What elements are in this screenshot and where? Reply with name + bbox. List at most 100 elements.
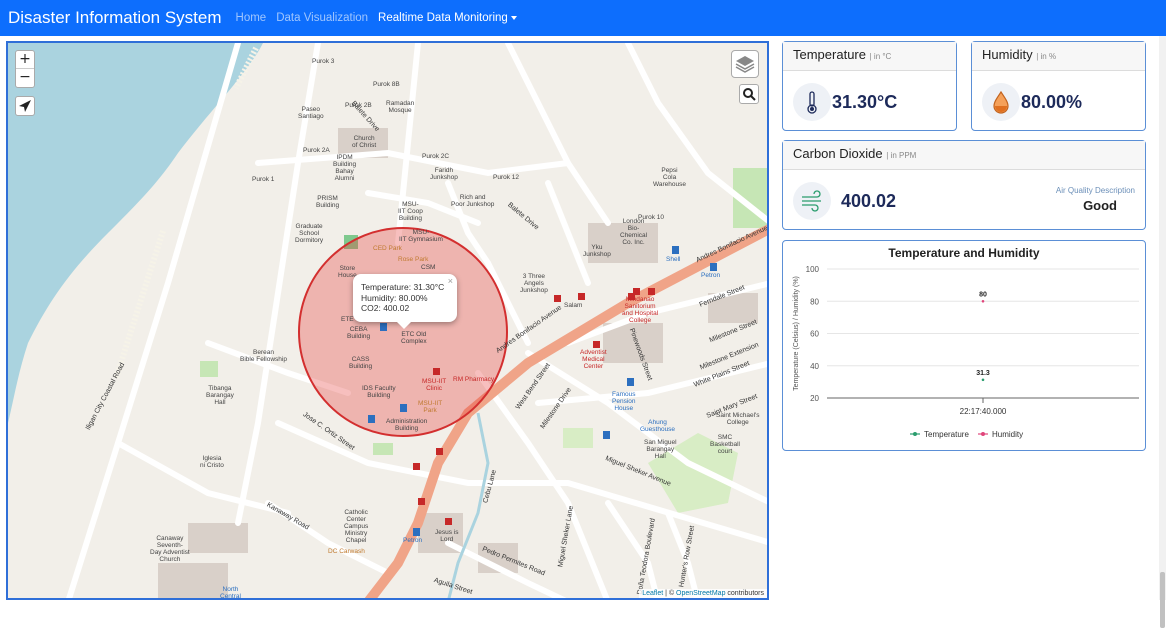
temperature-unit: | in °C [869,52,892,61]
map-label: Faridh Junkshop [430,167,458,181]
data-point-humidity [981,299,985,303]
y-tick-label: 100 [806,265,820,274]
humidity-unit: | in % [1036,52,1057,61]
brand[interactable]: Disaster Information System [8,8,222,28]
map-label: 3 Three Angels Junkshop [520,273,548,294]
data-label: 80 [979,291,987,298]
nav-realtime-dropdown[interactable]: Realtime Data Monitoring [378,12,517,24]
map-label: DC Carwash [328,548,365,555]
y-axis-label: Temperature (Celsius) / Humidity (%) [793,276,800,391]
map-label: San Miguel Barangay Hall [644,439,677,460]
page-scrollbar[interactable] [1159,36,1166,628]
zoom-in-button[interactable]: + [16,51,34,69]
data-point-temperature [981,378,985,382]
line-chart: 20 40 60 80 100 22:17:40.000 Temperature (Cels… [793,265,1139,439]
osm-link[interactable]: OpenStreetMap [676,590,725,597]
humidity-card: Humidity | in % 80.00% [971,41,1146,131]
temperature-title: Temperature [793,47,866,62]
map-label: ETE [341,316,354,323]
map-label: Petron [701,272,721,279]
map-label: Purok 12 [493,174,520,181]
chevron-down-icon [510,15,517,20]
popup-close-button[interactable]: × [448,276,453,287]
temperature-card-header: Temperature | in °C [783,42,956,71]
sea-area [8,43,263,423]
wind-icon [793,182,831,220]
y-tick-label: 40 [810,362,819,371]
locate-button[interactable] [15,96,35,116]
map-label: Purok 1 [252,176,275,183]
map-label: Yku Junkshop [583,244,611,258]
map-label: Rich and Poor Junkshop [451,194,495,208]
map-label: Pepsi Cola Warehouse [653,167,686,188]
y-tick-label: 80 [810,297,819,306]
map-label: MSU-IIT Clinic [422,378,447,392]
popup-humidity: Humidity: 80.00% [361,292,428,303]
map-label: CSM [421,264,436,271]
search-button[interactable] [739,84,759,104]
map-label: MSU- IIT Coop Building [398,201,423,222]
co2-value: 400.02 [841,191,897,211]
co2-card: Carbon Dioxide | in PPM 400.02 Air Quali… [782,140,1146,230]
co2-title: Carbon Dioxide [793,146,883,161]
data-label: 31.3 [976,370,990,377]
map-label: Purok 2A [303,147,330,154]
nav-home[interactable]: Home [236,12,267,24]
nav-data-visualization[interactable]: Data Visualization [276,12,368,24]
y-tick-label: 20 [810,394,819,403]
map-label: SMC Basketball court [710,434,740,455]
humidity-title: Humidity [982,47,1033,62]
layers-icon [735,56,755,73]
map-label: Purok 8B [373,81,400,88]
popup-temperature: Temperature: 31.30°C [361,282,445,292]
map-label: Saint Michael's College [716,412,760,426]
map[interactable]: Purok 3 Purok 8B Purok 2B Paseo Santiago… [6,41,769,600]
legend-label: Temperature [924,430,969,439]
y-tick-label: 60 [810,330,819,339]
thermometer-icon [793,83,831,121]
attribution-sep: | © [663,590,677,597]
map-label: Iglesia ni Cristo [200,455,224,469]
map-label: Catholic Center Campus Ministry Chapel [344,509,369,544]
nav-realtime-label: Realtime Data Monitoring [378,12,508,24]
leaflet-link[interactable]: Leaflet [642,590,663,597]
map-label: Graduate School Dormitory [295,223,324,244]
map-label: Adventist Medical Center [580,349,607,370]
temperature-card: Temperature | in °C 31.30°C [782,41,957,131]
map-label: Salam [564,302,583,309]
legend-label: Humidity [992,430,1023,439]
humidity-value: 80.00% [1021,92,1083,112]
map-label: CASS Building [349,356,373,370]
map-label: Petron [403,537,423,544]
map-label: Berean Bible Fellowship [240,349,287,363]
map-attribution: Leaflet | © OpenStreetMap contributors [639,589,767,598]
map-label: Ahung Guesthouse [640,419,676,433]
map-label: Shell [666,256,681,263]
locate-arrow-icon [19,100,31,112]
zoom-control: + − [15,50,35,88]
search-icon [743,88,756,101]
air-quality-value: Good [1083,198,1117,213]
temperature-value: 31.30°C [832,92,898,112]
humidity-card-header: Humidity | in % [972,42,1145,71]
legend-marker [981,432,985,436]
map-label: Tibanga Barangay Hall [206,385,234,406]
chart-card: Temperature and Humidity 20 40 60 80 100 22:1… [782,240,1146,451]
layers-button[interactable] [731,50,759,78]
attribution-contributors: contributors [725,590,764,597]
x-tick-label: 22:17:40.000 [960,407,1007,416]
map-label: Purok 3 [312,58,335,65]
scrollbar-thumb[interactable] [1160,572,1165,628]
droplet-icon [982,83,1020,121]
zoom-out-button[interactable]: − [16,69,34,87]
sensor-popup: × Temperature: 31.30°C Humidity: 80.00% … [353,274,457,329]
map-label: Paseo Santiago [298,106,324,120]
legend-marker [913,432,917,436]
map-label: North Central [220,586,241,600]
map-label: CEBA Building [347,326,371,340]
map-label: ETC Old Complex [401,331,427,345]
map-label: Rose Park [398,256,429,263]
map-label: Purok 10 [638,214,665,221]
map-label: Church of Christ [352,135,377,149]
map-label: CED Park [373,245,402,252]
